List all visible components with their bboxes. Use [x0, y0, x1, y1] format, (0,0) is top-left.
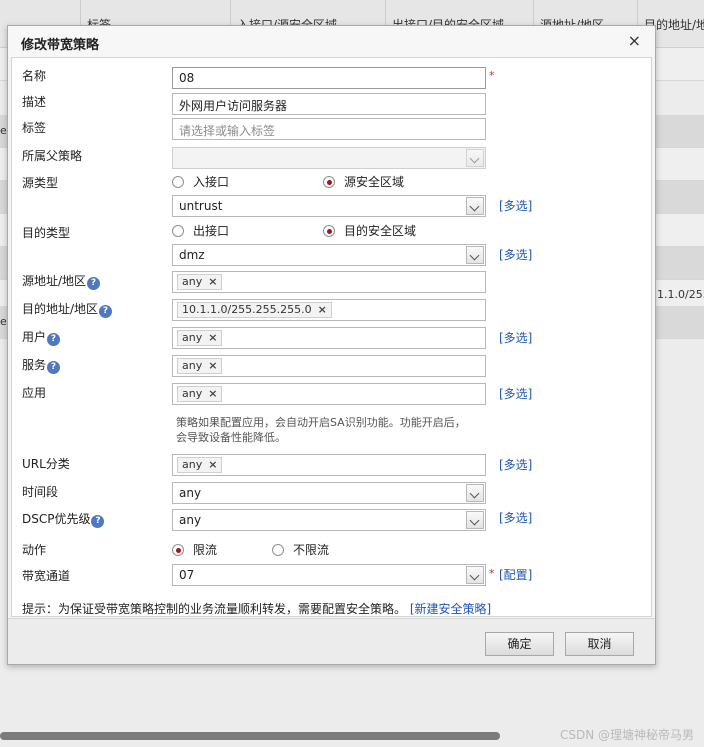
source-type-label: 源类型: [22, 176, 59, 190]
help-icon[interactable]: ?: [47, 361, 61, 374]
user-multi-select-link[interactable]: [多选]: [499, 329, 532, 346]
time-range-label: 时间段: [22, 485, 59, 499]
dscp-label: DSCP优先级?: [22, 510, 105, 528]
radio-selected-icon: [172, 544, 184, 556]
row-fragment-text: e: [0, 124, 7, 137]
bandwidth-channel-config-link[interactable]: [配置]: [499, 566, 532, 583]
tag-input[interactable]: 请选择或输入标签: [172, 118, 486, 140]
cancel-button[interactable]: 取消: [565, 632, 634, 656]
source-zone-multi-select-link[interactable]: [多选]: [499, 197, 532, 214]
chevron-down-icon[interactable]: [466, 566, 484, 584]
dest-zone-select[interactable]: dmz: [172, 244, 486, 266]
horizontal-scrollbar[interactable]: [0, 732, 500, 740]
required-marker: *: [489, 567, 495, 580]
chevron-down-icon[interactable]: [466, 511, 484, 529]
user-label: 用户?: [22, 328, 61, 346]
help-icon[interactable]: ?: [99, 305, 113, 318]
source-address-label: 源地址/地区?: [22, 272, 101, 290]
user-tag: any ×: [177, 330, 223, 346]
description-label: 描述: [22, 95, 47, 109]
row-fragment-text: e: [0, 315, 7, 328]
user-input[interactable]: any ×: [172, 327, 486, 349]
remove-tag-icon[interactable]: ×: [208, 275, 217, 288]
radio-dest-interface[interactable]: 出接口: [172, 222, 229, 239]
close-icon[interactable]: ×: [628, 31, 641, 51]
radio-selected-icon: [323, 176, 335, 188]
dest-address-label: 目的地址/地区?: [22, 300, 113, 318]
chevron-down-icon[interactable]: [466, 246, 484, 264]
url-category-label: URL分类: [22, 457, 70, 471]
dest-type-label: 目的类型: [22, 226, 71, 240]
name-input[interactable]: 08: [172, 67, 486, 89]
help-icon[interactable]: ?: [91, 515, 105, 528]
dscp-select[interactable]: any: [172, 509, 486, 531]
bandwidth-channel-select[interactable]: 07: [172, 564, 486, 586]
source-zone-select[interactable]: untrust: [172, 195, 486, 217]
help-icon[interactable]: ?: [47, 333, 61, 346]
url-category-multi-select-link[interactable]: [多选]: [499, 456, 532, 473]
ok-button[interactable]: 确定: [485, 632, 554, 656]
parent-policy-select: [172, 147, 486, 169]
remove-tag-icon[interactable]: ×: [318, 303, 327, 316]
remove-tag-icon[interactable]: ×: [208, 331, 217, 344]
application-multi-select-link[interactable]: [多选]: [499, 385, 532, 402]
radio-circle-icon: [272, 544, 284, 556]
url-category-tag: any ×: [177, 457, 223, 473]
dest-address-input[interactable]: 10.1.1.0/255.255.255.0 ×: [172, 299, 486, 321]
security-policy-hint: 提示：为保证受带宽策略控制的业务流量顺利转发，需要配置安全策略。 [新建安全策略…: [22, 602, 492, 616]
application-label: 应用: [22, 386, 47, 400]
watermark: CSDN @理塘神秘帝马男: [559, 728, 694, 742]
source-address-input[interactable]: any ×: [172, 271, 486, 293]
radio-circle-icon: [172, 225, 184, 237]
radio-source-interface[interactable]: 入接口: [172, 173, 229, 190]
service-input[interactable]: any ×: [172, 355, 486, 377]
chevron-down-icon[interactable]: [466, 197, 484, 215]
dialog-title-bar[interactable]: 修改带宽策略 ×: [8, 26, 655, 57]
tag-label: 标签: [22, 121, 47, 135]
url-category-input[interactable]: any ×: [172, 454, 486, 476]
row-dst-address-fragment: 1.1.0/255: [657, 288, 704, 301]
dialog-title: 修改带宽策略: [21, 38, 100, 53]
radio-selected-icon: [323, 225, 335, 237]
radio-action-limit[interactable]: 限流: [172, 541, 217, 558]
dest-zone-multi-select-link[interactable]: [多选]: [499, 246, 532, 263]
remove-tag-icon[interactable]: ×: [208, 387, 217, 400]
policy-form: 名称 08 * 描述 外网用户访问服务器 标签 请选择或输入标签 所属父策略 源…: [11, 57, 652, 617]
modify-bandwidth-policy-dialog: 修改带宽策略 × 名称 08 * 描述 外网用户访问服务器 标签 请选择或输入标…: [7, 25, 656, 665]
remove-tag-icon[interactable]: ×: [208, 458, 217, 471]
name-label: 名称: [22, 69, 47, 83]
required-marker: *: [489, 69, 495, 82]
bandwidth-channel-label: 带宽通道: [22, 569, 71, 583]
time-range-select[interactable]: any: [172, 482, 486, 504]
parent-policy-label: 所属父策略: [22, 149, 83, 163]
address-tag: 10.1.1.0/255.255.255.0 ×: [177, 302, 332, 318]
application-tag: any ×: [177, 386, 223, 402]
service-label: 服务?: [22, 356, 61, 374]
dscp-multi-select-link[interactable]: [多选]: [499, 509, 532, 526]
address-tag: any ×: [177, 274, 223, 290]
radio-action-no-limit[interactable]: 不限流: [272, 541, 329, 558]
application-input[interactable]: any ×: [172, 383, 486, 405]
remove-tag-icon[interactable]: ×: [208, 359, 217, 372]
new-security-policy-link[interactable]: [新建安全策略]: [410, 602, 491, 616]
application-warning-note: 策略如果配置应用，会自动开启SA识别功能。功能开启后，会导致设备性能降低。: [176, 416, 466, 444]
action-label: 动作: [22, 543, 47, 557]
dialog-footer: 确定 取消: [8, 618, 655, 664]
chevron-down-icon: [466, 149, 484, 167]
radio-dest-zone[interactable]: 目的安全区域: [323, 222, 416, 239]
service-tag: any ×: [177, 358, 223, 374]
help-icon[interactable]: ?: [87, 277, 101, 290]
radio-source-zone[interactable]: 源安全区域: [323, 173, 404, 190]
chevron-down-icon[interactable]: [466, 484, 484, 502]
description-input[interactable]: 外网用户访问服务器: [172, 93, 486, 115]
radio-circle-icon: [172, 176, 184, 188]
